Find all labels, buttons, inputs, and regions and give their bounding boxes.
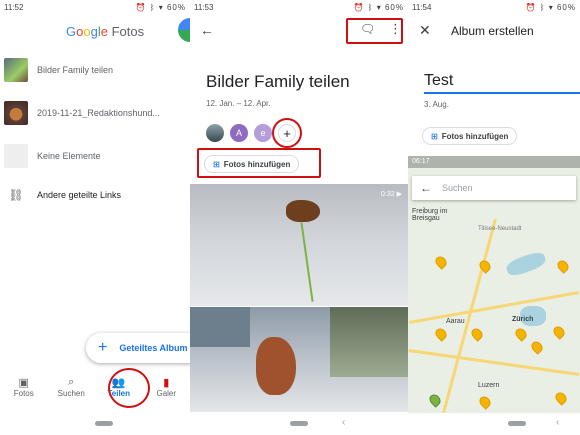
screen-title: Album erstellen [451, 24, 534, 38]
account-avatar[interactable] [178, 18, 190, 42]
album-label: Bilder Family teilen [37, 65, 114, 75]
member-avatar[interactable] [206, 124, 224, 142]
battery-level: 60% [384, 3, 404, 12]
album-item-empty[interactable]: Keine Elemente [4, 142, 190, 170]
map-label: Zürich [512, 316, 534, 323]
status-bar: 11:53 ⏰ ᛒ ▾ 60% [190, 0, 408, 16]
alarm-icon: ⏰ [525, 3, 537, 12]
photo-icon: ▣ [18, 377, 29, 389]
battery-level: 60% [556, 3, 576, 12]
map-pin[interactable] [427, 392, 443, 408]
album-label: Keine Elemente [37, 151, 101, 161]
bluetooth-icon: ᛒ [149, 3, 156, 12]
status-bar: 11:54 ⏰ ᛒ ▾ 60% [408, 0, 580, 16]
status-time: 11:53 [194, 3, 214, 12]
album-title: Bilder Family teilen [206, 72, 350, 91]
home-pill[interactable] [95, 421, 113, 426]
album-thumbnail [4, 58, 28, 82]
house-shape [190, 307, 250, 347]
map-label: Freiburg im Breisgau [412, 208, 448, 222]
link-icon: ⛓ [8, 188, 24, 202]
map-pin[interactable] [469, 326, 485, 342]
wifi-icon: ▾ [548, 3, 554, 12]
map-pin[interactable] [513, 326, 529, 342]
map-label: Titisee-Neustadt [478, 226, 522, 232]
map-pin[interactable] [433, 254, 449, 270]
map-pin[interactable] [529, 339, 545, 355]
album-item-bilder-family[interactable]: Bilder Family teilen [4, 56, 190, 84]
shared-overview-screen: 11:52 ⏰ ᛒ ▾ 60% Google Fotos Bilder Fami… [0, 0, 190, 435]
map-pin[interactable] [553, 390, 569, 406]
home-pill[interactable] [290, 421, 308, 426]
leash-shape [300, 222, 314, 302]
nav-search[interactable]: ⌕ Suchen [48, 372, 96, 408]
map-pin[interactable] [433, 326, 449, 342]
map-pin[interactable] [477, 394, 493, 410]
other-shared-links-label: Andere geteilte Links [37, 190, 122, 200]
alarm-icon: ⏰ [353, 3, 365, 12]
location-map[interactable]: 06:17 ← Suchen Freiburg im Breisgau Titi… [408, 156, 580, 413]
album-detail-screen: 11:53 ⏰ ᛒ ▾ 60% ← 🗨 ⋮ Bilder Family teil… [190, 0, 408, 435]
google-photos-logo: Google Fotos [66, 24, 145, 39]
bluetooth-icon: ᛒ [539, 3, 546, 12]
trees-shape [330, 307, 408, 377]
video-duration: 0:32 ▶ [381, 191, 402, 198]
album-name-input[interactable]: Test [424, 72, 580, 94]
add-photos-button[interactable]: ⊞ Fotos hinzufügen [422, 127, 518, 145]
back-chevron-icon[interactable]: ‹ [556, 417, 559, 428]
battery-level: 60% [166, 3, 186, 12]
search-icon: ⌕ [68, 376, 75, 388]
album-date-range: 12. Jan. – 12. Apr. [206, 99, 271, 108]
album-thumbnail [4, 144, 28, 168]
new-shared-album-label: Geteiltes Album [119, 343, 188, 353]
other-shared-links-item[interactable]: ⛓ Andere geteilte Links [4, 181, 190, 209]
lake-shape [504, 249, 548, 279]
map-status-bar: 06:17 [408, 156, 580, 168]
highlight-circle [108, 368, 150, 408]
dog-shape [286, 200, 320, 222]
back-arrow-icon[interactable]: ← [420, 181, 432, 195]
status-time: 11:52 [4, 3, 24, 12]
alarm-icon: ⏰ [135, 3, 147, 12]
play-icon: ▶ [396, 191, 402, 198]
highlight-box [346, 18, 403, 44]
create-album-screen: 11:54 ⏰ ᛒ ▾ 60% ✕ Album erstellen Test 3… [408, 0, 580, 435]
status-bar: 11:52 ⏰ ᛒ ▾ 60% [0, 0, 190, 16]
highlight-box [197, 148, 321, 178]
bluetooth-icon: ᛒ [367, 3, 374, 12]
map-pin[interactable] [551, 324, 567, 340]
album-label: 2019-11-21_Redaktionshund... [37, 108, 160, 118]
map-search-bar[interactable]: ← Suchen [412, 176, 576, 200]
add-photo-icon: ⊞ [431, 131, 438, 141]
wifi-icon: ▾ [376, 3, 382, 12]
nav-photos[interactable]: ▣ Fotos [0, 372, 48, 408]
member-avatar[interactable]: e [254, 124, 272, 142]
gesture-bar: ‹ [408, 413, 580, 435]
new-shared-album-button[interactable]: + Geteiltes Album [86, 333, 190, 363]
photo-snow-dog[interactable]: 0:32 ▶ [190, 184, 408, 306]
photo-dog-portrait[interactable] [190, 307, 408, 412]
album-item-redaktionshund[interactable]: 2019-11-21_Redaktionshund... [4, 99, 190, 127]
album-thumbnail [4, 101, 28, 125]
dog-shape [256, 337, 296, 395]
album-date: 3. Aug. [424, 100, 449, 109]
map-search-placeholder: Suchen [442, 183, 473, 193]
bottom-navigation: ▣ Fotos ⌕ Suchen 👥 Teilen ▮ Galer [0, 372, 190, 408]
road-shape [408, 349, 580, 376]
map-pin[interactable] [555, 258, 571, 274]
gesture-bar [0, 413, 190, 435]
home-pill[interactable] [508, 421, 526, 426]
back-arrow-icon[interactable]: ← [200, 22, 214, 38]
highlight-circle [272, 118, 302, 148]
road-shape [409, 291, 579, 324]
member-avatar[interactable]: A [230, 124, 248, 142]
back-chevron-icon[interactable]: ‹ [342, 417, 345, 428]
status-time: 11:54 [412, 3, 432, 12]
map-label: Aarau [446, 318, 465, 325]
plus-icon: + [98, 339, 108, 356]
map-label: Luzern [478, 382, 500, 389]
gesture-bar: ‹ [190, 413, 408, 435]
wifi-icon: ▾ [158, 3, 164, 12]
close-icon[interactable]: ✕ [419, 22, 431, 39]
